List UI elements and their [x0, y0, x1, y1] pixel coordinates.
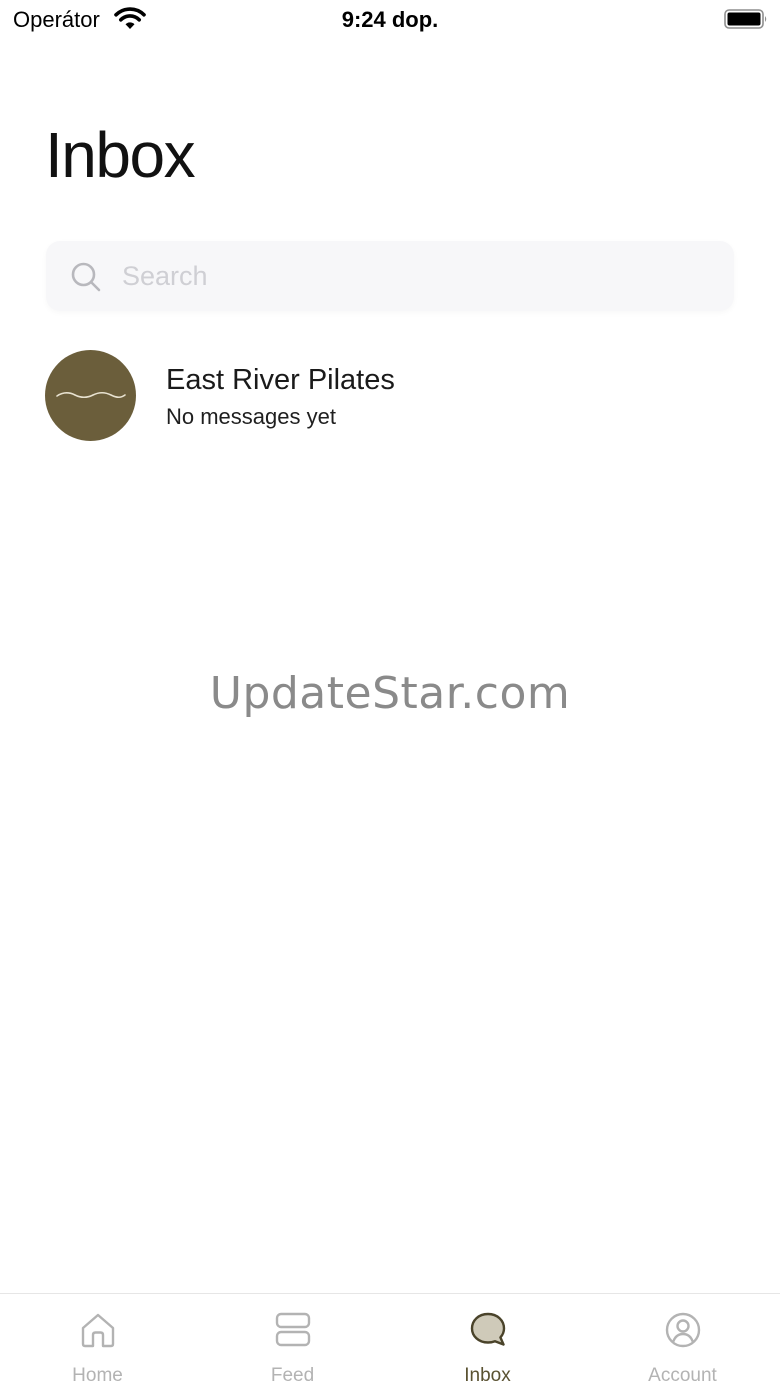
tab-label-feed: Feed	[270, 1365, 315, 1386]
status-bar: Operátor 9:24 dop.	[0, 0, 780, 40]
tab-label-account: Account	[648, 1365, 717, 1386]
tab-label-inbox: Inbox	[464, 1365, 511, 1386]
account-icon	[665, 1312, 701, 1348]
watermark: UpdateStar.com	[209, 668, 571, 719]
tab-label-home: Home	[72, 1365, 123, 1386]
battery-icon	[724, 9, 767, 29]
conversation-name: East River Pilates	[166, 364, 395, 396]
home-icon	[81, 1313, 115, 1348]
conversation-preview: No messages yet	[166, 404, 336, 429]
page-title: Inbox	[45, 119, 196, 191]
tab-account[interactable]: Account	[585, 1294, 780, 1387]
status-time: 9:24 dop.	[341, 7, 439, 32]
tab-bar: Home Feed Inbox Account	[0, 1293, 780, 1387]
search-input[interactable]	[122, 241, 712, 311]
tab-feed[interactable]: Feed	[195, 1294, 390, 1387]
avatar	[45, 350, 136, 441]
search-icon	[71, 262, 101, 292]
wave-logo-icon	[56, 391, 126, 399]
search-bar[interactable]	[46, 241, 734, 311]
chat-bubble-icon	[470, 1312, 506, 1346]
conversation-item[interactable]: East River Pilates No messages yet	[0, 340, 780, 452]
tab-home[interactable]: Home	[0, 1294, 195, 1387]
tab-inbox[interactable]: Inbox	[390, 1294, 585, 1387]
feed-icon	[275, 1312, 311, 1347]
